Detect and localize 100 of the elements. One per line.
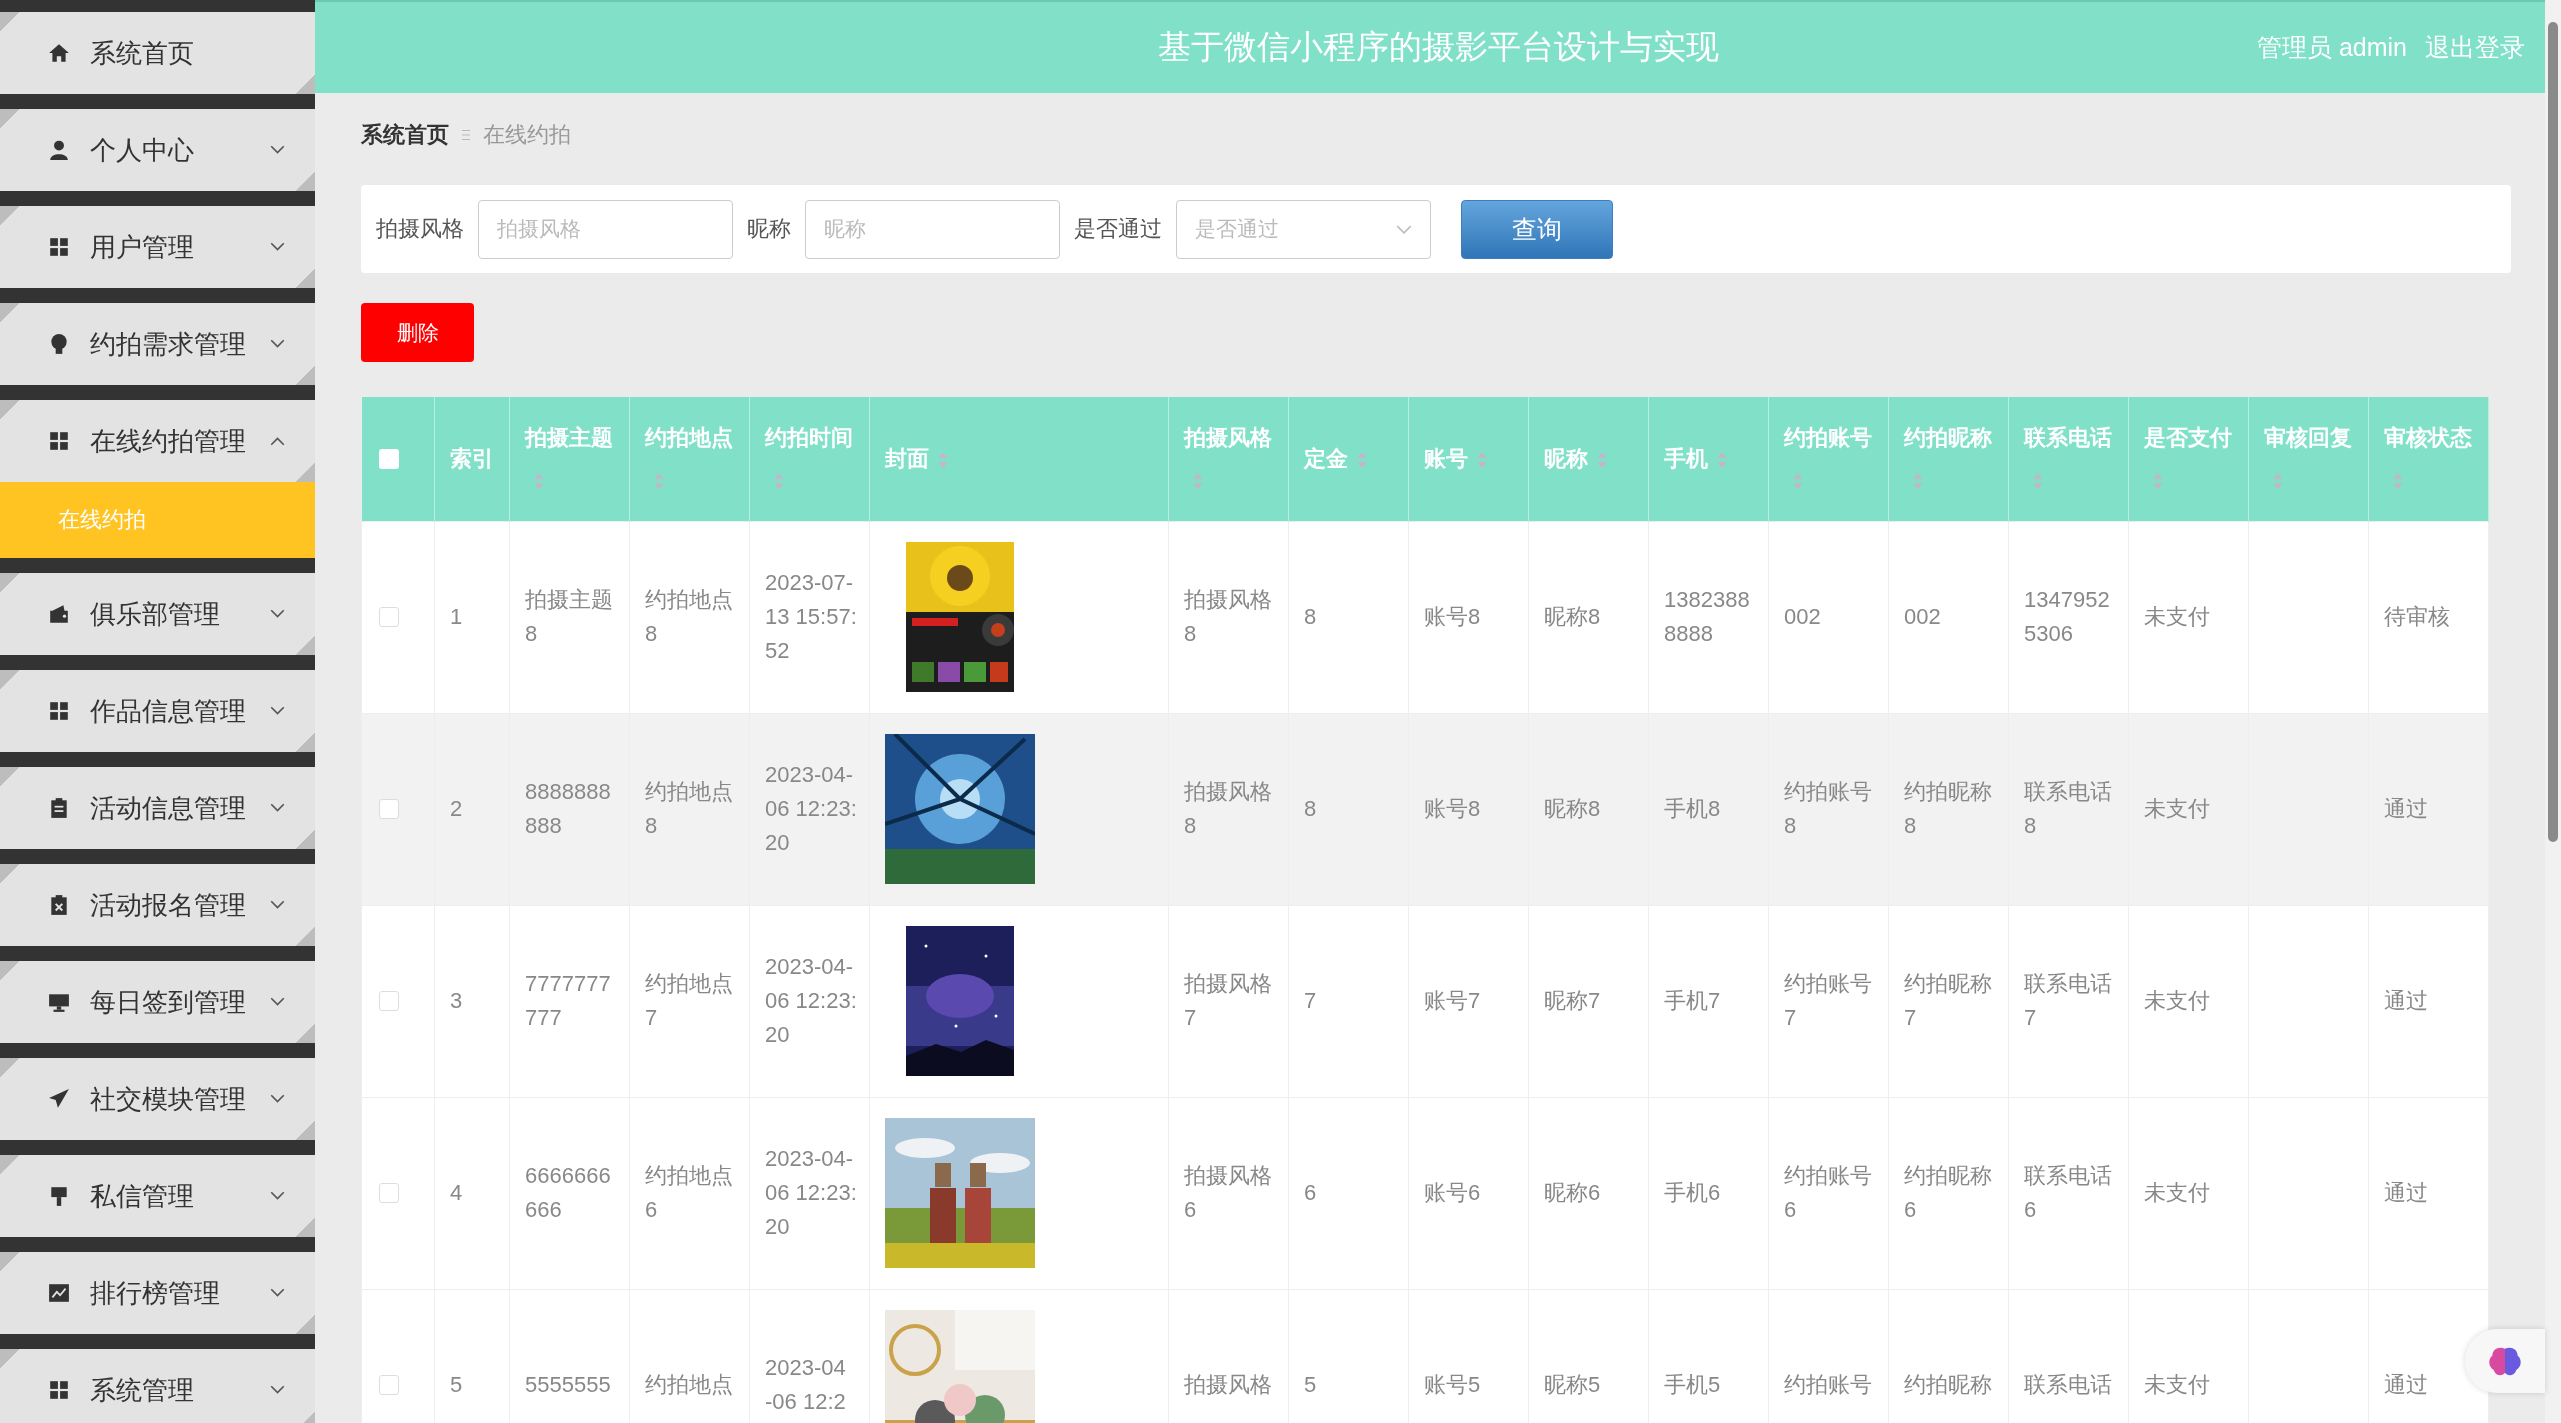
column-header[interactable]: 约拍昵称 (1888, 397, 2009, 521)
column-header[interactable]: 封面 (869, 397, 1169, 521)
nav-item[interactable]: 作品信息管理 (0, 670, 315, 752)
nav-subitem[interactable]: 在线约拍 (0, 482, 315, 558)
breadcrumb-link[interactable]: 在线约拍 (483, 120, 571, 150)
column-header[interactable]: 拍摄主题 (509, 397, 630, 521)
grid-icon (48, 236, 70, 258)
table-cell: 7 (1288, 905, 1409, 1097)
table-cell: 002 (1888, 521, 2009, 713)
table-cell: 昵称6 (1528, 1097, 1649, 1289)
sort-icon (653, 471, 665, 490)
sort-icon (1596, 451, 1608, 470)
column-header[interactable]: 审核状态 (2368, 397, 2489, 521)
sort-icon (1792, 471, 1804, 490)
table-cell: 未支付 (2128, 1097, 2249, 1289)
scrollbar[interactable] (2545, 0, 2561, 1423)
table-cell: 约拍地点8 (629, 521, 750, 713)
sort-icon (937, 451, 949, 470)
nav-item[interactable]: 活动信息管理 (0, 767, 315, 849)
table-cell: 联系电话6 (2008, 1097, 2129, 1289)
table-cell: 拍摄风格8 (1168, 521, 1289, 713)
wallet-icon (48, 603, 70, 625)
nav-item[interactable]: 系统管理 (0, 1349, 315, 1423)
column-header[interactable]: 定金 (1288, 397, 1409, 521)
table-cell: 6 (1288, 1097, 1409, 1289)
select-all-checkbox[interactable] (378, 448, 399, 469)
column-header[interactable]: 拍摄风格 (1168, 397, 1289, 521)
sort-icon (1476, 451, 1488, 470)
column-header[interactable]: 约拍账号 (1768, 397, 1889, 521)
column-header[interactable]: 审核回复 (2248, 397, 2369, 521)
search-field[interactable]: 昵称 (805, 199, 1060, 259)
column-header[interactable]: 联系电话 (2008, 397, 2129, 521)
delete-button[interactable]: 删除 (361, 303, 474, 362)
table-cell: 待审核 (2368, 521, 2489, 713)
clipboard-x-icon (48, 894, 70, 916)
row-checkbox[interactable] (379, 1375, 399, 1395)
select-field[interactable]: 是否通过 (1176, 199, 1431, 259)
nav-item[interactable]: 用户管理 (0, 206, 315, 288)
nav-item[interactable]: 个人中心 (0, 109, 315, 191)
column-header[interactable]: 是否支付 (2128, 397, 2249, 521)
sort-icon (2392, 471, 2404, 490)
sort-icon (2272, 471, 2284, 490)
query-button[interactable]: 查询 (1461, 199, 1613, 259)
row-checkbox[interactable] (379, 607, 399, 627)
field-label: 拍摄风格 (376, 215, 464, 243)
table-cell: 13479525306 (2008, 521, 2129, 713)
sort-icon (2152, 471, 2164, 490)
breadcrumb-link[interactable]: 系统首页 (361, 120, 449, 150)
nav-item[interactable]: 社交模块管理 (0, 1058, 315, 1140)
row-checkbox[interactable] (379, 991, 399, 1011)
table-cell: 约拍昵称6 (1888, 1097, 2009, 1289)
table-cell: 2023-04-06 12:23:20 (749, 1097, 870, 1289)
table-cell: 2023-04-06 12:23:20 (749, 713, 870, 905)
nav-item[interactable]: 每日签到管理 (0, 961, 315, 1043)
logout-link[interactable]: 退出登录 (2425, 31, 2525, 64)
row-checkbox[interactable] (379, 799, 399, 819)
table-cell: 通过 (2368, 905, 2489, 1097)
table-cell: 拍摄风格6 (1168, 1097, 1289, 1289)
table-cell: 1 (434, 521, 510, 713)
sort-icon (1192, 471, 1204, 490)
nav-item[interactable]: 排行榜管理 (0, 1252, 315, 1334)
table-cell: 约拍地点8 (629, 713, 750, 905)
clipboard-icon (48, 797, 70, 819)
row-checkbox[interactable] (379, 1183, 399, 1203)
assistant-button[interactable] (2465, 1329, 2545, 1393)
table-cell: 未支付 (2128, 713, 2249, 905)
table-cell: 8888888888 (509, 713, 630, 905)
table-cell: 通过 (2368, 713, 2489, 905)
table-cell: 未支付 (2128, 905, 2249, 1097)
column-header[interactable]: 手机 (1648, 397, 1769, 521)
column-header[interactable]: 昵称 (1528, 397, 1649, 521)
nav-item[interactable]: 在线约拍管理 (0, 400, 315, 482)
table-cell: 手机6 (1648, 1097, 1769, 1289)
column-header[interactable]: 约拍地点 (629, 397, 750, 521)
table-cell: 拍摄风格8 (1168, 713, 1289, 905)
nav-item[interactable]: 俱乐部管理 (0, 573, 315, 655)
admin-label: 管理员 admin (2256, 32, 2407, 63)
paper-plane-icon (48, 1088, 70, 1110)
nav-item[interactable]: 约拍需求管理 (0, 303, 315, 385)
nav-item[interactable]: 系统首页 (0, 12, 315, 94)
bulb-icon (48, 333, 70, 355)
table-cell: 昵称7 (1528, 905, 1649, 1097)
column-header[interactable]: 账号 (1408, 397, 1529, 521)
column-header[interactable]: 约拍时间 (749, 397, 870, 521)
nav-item[interactable]: 活动报名管理 (0, 864, 315, 946)
table-cell: 账号6 (1408, 1097, 1529, 1289)
sort-icon (2032, 471, 2044, 490)
search-field[interactable]: 拍摄风格 (478, 199, 733, 259)
table-cell: 通过 (2368, 1097, 2489, 1289)
user-icon (48, 139, 70, 161)
brush-icon (48, 1185, 70, 1207)
table-cell: 4 (434, 1097, 510, 1289)
table-cell: 未支付 (2128, 521, 2249, 713)
table-cell: 约拍账号6 (1768, 1097, 1889, 1289)
nav-item[interactable]: 私信管理 (0, 1155, 315, 1237)
separator-icon (461, 129, 471, 141)
table-cell: 约拍地点7 (629, 905, 750, 1097)
table-cell: 6666666666 (509, 1097, 630, 1289)
table-cell: 联系电话8 (2008, 713, 2129, 905)
table-cell: 昵称8 (1528, 713, 1649, 905)
